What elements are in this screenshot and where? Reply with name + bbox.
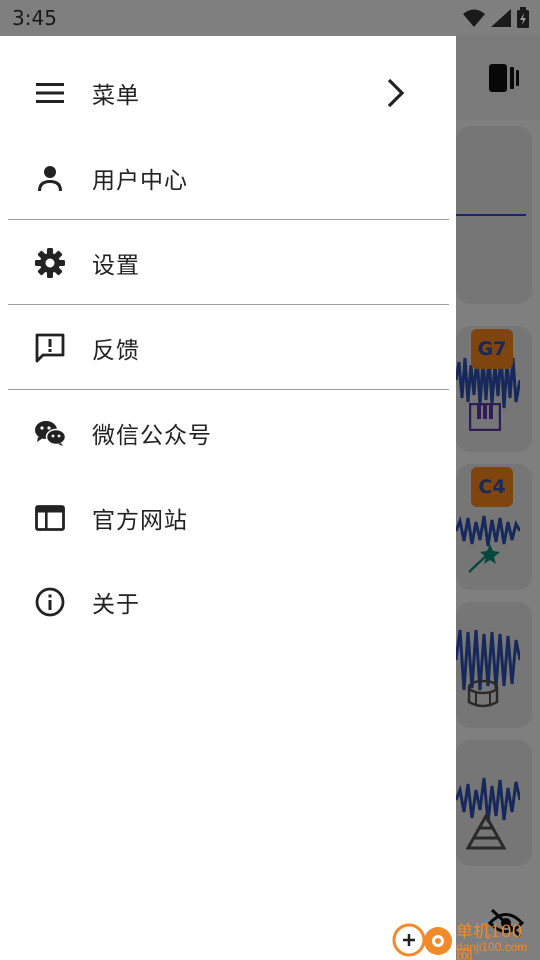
watermark-url: danji100.com	[456, 940, 528, 954]
drawer-item-settings[interactable]: 设置	[0, 221, 456, 305]
drawer-item-label: 设置	[92, 253, 140, 279]
drawer-item-label: 关于	[92, 592, 140, 618]
divider	[8, 389, 449, 390]
drawer-item-label: 官方网站	[92, 508, 188, 534]
drawer-item-about[interactable]: 关于	[0, 560, 456, 644]
watermark-logo: 单机100网 danji100.com	[392, 916, 538, 960]
gear-icon	[34, 247, 66, 279]
drawer-item-website[interactable]: 官方网站	[0, 476, 456, 560]
status-icons	[462, 6, 530, 30]
chevron-right-icon[interactable]	[380, 77, 412, 109]
drawer-item-label: 菜单	[92, 83, 140, 109]
divider	[8, 219, 449, 220]
website-icon	[34, 502, 66, 534]
drawer-item-label: 微信公众号	[92, 423, 212, 449]
navigation-drawer: 菜单 用户中心 设置 反馈 微信公众号 官方网站 关于	[0, 36, 456, 960]
signal-icon	[491, 9, 511, 27]
battery-charging-icon	[517, 7, 529, 28]
drawer-item-label: 用户中心	[92, 168, 188, 194]
drawer-item-user-center[interactable]: 用户中心	[0, 136, 456, 220]
divider	[8, 304, 449, 305]
status-time: 3:45	[12, 6, 57, 30]
drawer-item-menu[interactable]: 菜单	[0, 51, 456, 135]
drawer-item-wechat[interactable]: 微信公众号	[0, 391, 456, 475]
watermark-icon	[392, 923, 452, 957]
wifi-icon	[463, 9, 485, 27]
info-icon	[34, 586, 66, 618]
wechat-icon	[34, 417, 66, 449]
person-icon	[34, 162, 66, 194]
feedback-icon	[34, 332, 66, 364]
drawer-item-feedback[interactable]: 反馈	[0, 306, 456, 390]
status-bar: 3:45	[0, 0, 540, 36]
menu-icon	[34, 77, 66, 109]
drawer-item-label: 反馈	[92, 338, 140, 364]
